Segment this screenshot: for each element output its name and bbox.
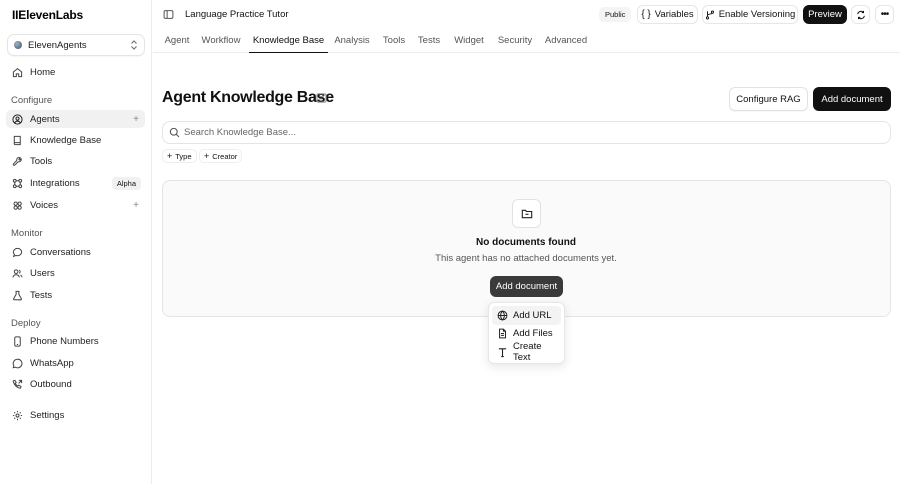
sidebar-toggle-icon[interactable] [163, 9, 174, 20]
menu-item-add-files[interactable]: Add Files [492, 325, 561, 344]
home-icon [12, 67, 23, 78]
empty-state-title: No documents found [476, 237, 576, 248]
add-voice-icon[interactable]: + [133, 200, 139, 211]
sidebar-item-tools[interactable]: Tools [6, 152, 145, 170]
refresh-button[interactable] [851, 5, 870, 24]
plus-icon: + [167, 151, 173, 161]
tab-analysis[interactable]: Analysis [331, 28, 373, 53]
tab-advanced[interactable]: Advanced [541, 28, 591, 53]
sidebar-item-knowledge-base[interactable]: Knowledge Base [6, 131, 145, 149]
sidebar-item-whatsapp[interactable]: WhatsApp [6, 354, 145, 372]
tab-widget[interactable]: Widget [449, 28, 489, 53]
sidebar-item-tests[interactable]: Tests [6, 286, 145, 304]
git-branch-icon [705, 10, 715, 20]
sidebar-item-label: Tests [30, 289, 53, 301]
sidebar-item-agents[interactable]: Agents + [6, 110, 145, 128]
tab-tools[interactable]: Tools [378, 28, 410, 53]
workspace-selector[interactable]: ElevenAgents [7, 34, 145, 56]
sidebar-item-integrations[interactable]: Integrations Alpha [6, 174, 145, 192]
sidebar-item-home[interactable]: Home [6, 63, 145, 81]
search-input[interactable] [184, 127, 890, 138]
add-document-menu: Add URL Add Files Create Text [488, 302, 565, 364]
wrench-icon [12, 156, 23, 167]
chevron-up-down-icon [130, 40, 138, 50]
braces-icon: { } [641, 9, 651, 20]
add-document-button[interactable]: Add document [813, 87, 891, 111]
sidebar: IIElevenLabs ElevenAgents Home Configure… [0, 0, 152, 484]
chat-icon [12, 247, 23, 258]
search-bar [162, 121, 891, 144]
menu-item-create-text[interactable]: Create Text [492, 341, 561, 363]
search-icon [169, 127, 180, 138]
sidebar-item-label: Tools [30, 155, 53, 167]
agent-name: Language Practice Tutor [185, 9, 289, 20]
integration-icon [12, 178, 23, 189]
bot-icon [12, 113, 23, 125]
file-icon [497, 328, 508, 339]
elevenlabs-logo[interactable]: IIElevenLabs [12, 8, 83, 22]
users-icon [12, 268, 23, 279]
sidebar-item-label: Agents [30, 113, 60, 125]
outbound-icon [12, 379, 23, 390]
workspace-avatar [14, 41, 22, 49]
configure-rag-button[interactable]: Configure RAG [729, 87, 808, 111]
sidebar-item-label: Phone Numbers [30, 335, 99, 347]
sidebar-item-label: Knowledge Base [30, 134, 102, 146]
add-document-empty-button[interactable]: Add document [490, 276, 563, 297]
gear-icon [12, 410, 23, 421]
sidebar-item-label: Home [30, 66, 56, 78]
tests-icon [12, 290, 23, 301]
sidebar-item-label: Settings [30, 409, 65, 421]
section-monitor: Monitor [11, 228, 43, 239]
tab-workflow[interactable]: Workflow [198, 28, 244, 53]
plus-icon: + [204, 151, 210, 161]
workspace-label: ElevenAgents [28, 39, 87, 51]
tab-agent[interactable]: Agent [159, 28, 195, 53]
filter-creator[interactable]: + Creator [199, 149, 243, 163]
sidebar-item-outbound[interactable]: Outbound [6, 375, 145, 393]
text-icon [497, 347, 508, 358]
sidebar-item-users[interactable]: Users [6, 264, 145, 282]
tab-tests[interactable]: Tests [414, 28, 444, 53]
sidebar-item-label: Voices [30, 199, 58, 211]
more-options-button[interactable]: ••• [875, 5, 894, 24]
sidebar-item-phone-numbers[interactable]: Phone Numbers [6, 332, 145, 350]
section-deploy: Deploy [11, 318, 41, 329]
preview-button[interactable]: Preview [803, 5, 847, 24]
phone-icon [12, 335, 23, 347]
add-agent-icon[interactable]: + [133, 114, 139, 125]
page-title: Agent Knowledge Base [162, 89, 334, 106]
sidebar-item-voices[interactable]: Voices + [6, 196, 145, 214]
top-bar: Language Practice Tutor Public { } Varia… [153, 0, 900, 28]
refresh-icon [856, 10, 866, 20]
tab-bar: Agent Workflow Knowledge Base Analysis T… [153, 28, 900, 53]
variables-button[interactable]: { } Variables [637, 5, 698, 24]
sidebar-item-label: Integrations [30, 177, 80, 189]
alpha-badge: Alpha [111, 176, 141, 190]
sidebar-item-conversations[interactable]: Conversations [6, 243, 145, 261]
folder-icon [512, 199, 541, 228]
ellipsis-icon: ••• [880, 9, 889, 20]
sidebar-item-label: Outbound [30, 378, 72, 390]
globe-icon [497, 310, 508, 321]
sidebar-item-settings[interactable]: Settings [6, 406, 145, 424]
enable-versioning-button[interactable]: Enable Versioning [702, 5, 798, 24]
sidebar-item-label: Users [30, 267, 55, 279]
filter-type[interactable]: + Type [162, 149, 197, 163]
empty-state-subtitle: This agent has no attached documents yet… [435, 253, 617, 264]
sidebar-item-label: Conversations [30, 246, 91, 258]
tab-knowledge-base[interactable]: Knowledge Base [249, 28, 328, 53]
voices-icon [12, 200, 23, 211]
section-configure: Configure [11, 95, 53, 106]
info-card-icon[interactable] [316, 93, 327, 103]
tab-security[interactable]: Security [494, 28, 536, 53]
visibility-badge[interactable]: Public [599, 7, 632, 22]
whatsapp-icon [12, 358, 23, 369]
menu-item-add-url[interactable]: Add URL [492, 306, 561, 325]
sidebar-item-label: WhatsApp [30, 357, 74, 369]
book-icon [12, 135, 23, 146]
